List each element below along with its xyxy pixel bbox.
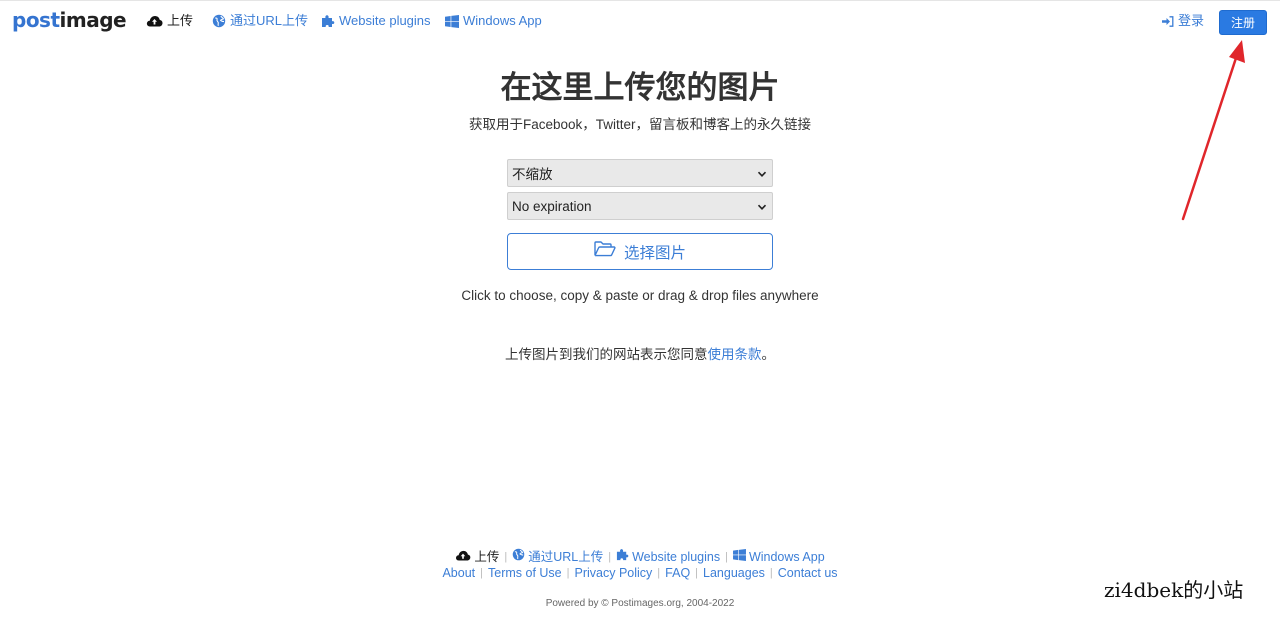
choose-images-button[interactable]: 选择图片 (507, 233, 773, 270)
nav-website-plugins-label: Website plugins (339, 13, 431, 28)
navbar: postimage 上传 通过URL上传 Website plugins Win… (0, 1, 1280, 41)
upload-hint: Click to choose, copy & paste or drag & … (461, 288, 819, 303)
footer-links-row: About | Terms of Use | Privacy Policy | … (0, 565, 1280, 581)
terms-of-use-link[interactable]: 使用条款 (708, 347, 762, 362)
footer-contact-link[interactable]: Contact us (778, 565, 838, 581)
nav-upload-link[interactable]: 上传 (146, 13, 193, 29)
terms-prefix: 上传图片到我们的网站表示您同意 (505, 347, 708, 362)
separator: | (504, 550, 508, 563)
page-subtitle: 获取用于Facebook，Twitter，留言板和博客上的永久链接 (468, 117, 812, 132)
separator: | (695, 567, 699, 579)
footer-faq-link[interactable]: FAQ (665, 565, 690, 581)
signup-button[interactable]: 注册 (1219, 10, 1267, 35)
choose-images-label: 选择图片 (623, 244, 686, 262)
separator: | (657, 567, 661, 579)
footer-website-plugins-label: Website plugins (632, 549, 721, 564)
globe-icon (212, 14, 226, 28)
puzzle-icon (616, 548, 629, 565)
footer-website-plugins-link[interactable]: Website plugins (616, 548, 720, 565)
footer-windows-app-label: Windows App (748, 549, 825, 564)
terms-suffix: 。 (761, 347, 776, 362)
separator: | (566, 567, 570, 579)
chevron-down-icon (757, 200, 767, 215)
folder-open-icon (594, 241, 616, 262)
cloud-upload-icon (455, 549, 471, 565)
separator: | (480, 567, 483, 579)
windows-logo-icon (732, 548, 746, 565)
login-link[interactable]: 登录 (1162, 13, 1204, 29)
cloud-upload-icon (146, 15, 163, 27)
expiration-select[interactable]: No expiration (507, 192, 773, 220)
footer-privacy-link[interactable]: Privacy Policy (575, 565, 653, 581)
nav-website-plugins-link[interactable]: Website plugins (321, 13, 431, 29)
resize-select-value: 不缩放 (512, 167, 553, 182)
footer-url-upload-label: 通过URL上传 (528, 549, 604, 564)
sign-in-icon (1162, 15, 1174, 27)
logo-image: image (59, 8, 127, 32)
separator: | (725, 550, 728, 563)
nav-upload-label: 上传 (167, 13, 194, 28)
separator: | (608, 550, 612, 563)
watermark-text: zi4dbek的小站 (1104, 578, 1244, 602)
footer-upload-link[interactable]: 上传 (455, 549, 499, 565)
puzzle-icon (321, 14, 335, 28)
footer-terms-link[interactable]: Terms of Use (488, 565, 562, 581)
footer-windows-app-link[interactable]: Windows App (732, 548, 825, 565)
expiration-select-value: No expiration (512, 198, 592, 214)
login-label: 登录 (1178, 13, 1205, 28)
footer-nav-row: 上传 | 通过URL上传 | Website plugins | Windows… (0, 548, 1280, 565)
chevron-down-icon (757, 167, 767, 182)
logo[interactable]: postimage (12, 8, 127, 32)
nav-url-upload-label: 通过URL上传 (230, 13, 309, 28)
powered-by-text: Powered by © Postimages.org, 2004-2022 (545, 598, 735, 609)
terms-notice: 上传图片到我们的网站表示您同意使用条款。 (0, 346, 1280, 364)
windows-logo-icon (445, 14, 459, 28)
footer-url-upload-link[interactable]: 通过URL上传 (512, 548, 603, 565)
logo-post: post (12, 8, 60, 32)
footer-upload-label: 上传 (474, 549, 500, 564)
nav-windows-app-label: Windows App (463, 13, 542, 28)
resize-select[interactable]: 不缩放 (507, 159, 773, 187)
separator: | (769, 567, 773, 579)
nav-url-upload-link[interactable]: 通过URL上传 (212, 13, 308, 29)
footer-about-link[interactable]: About (442, 565, 475, 581)
globe-icon (512, 548, 525, 565)
footer-languages-link[interactable]: Languages (703, 565, 765, 581)
nav-windows-app-link[interactable]: Windows App (445, 13, 542, 29)
page-title: 在这里上传您的图片 (500, 70, 780, 105)
